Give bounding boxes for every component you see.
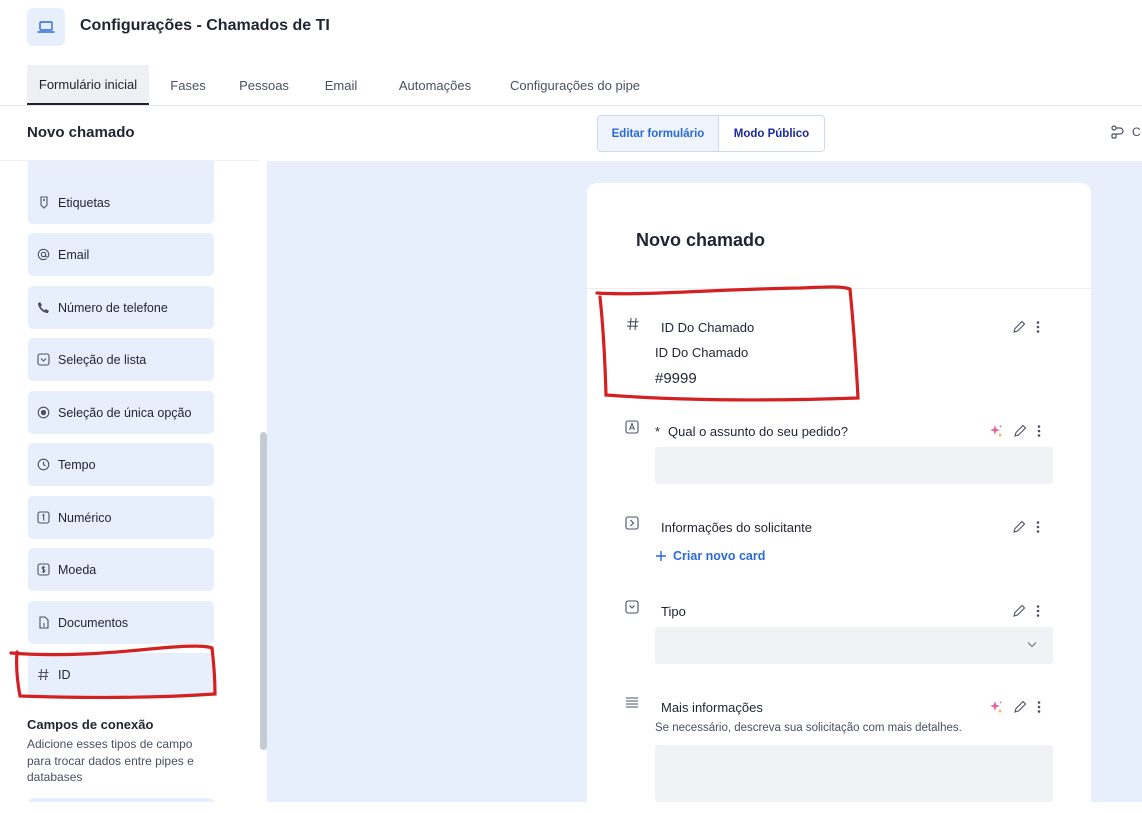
edit-icon[interactable] <box>1013 424 1027 438</box>
field-item-documentos[interactable]: Documentos <box>28 601 214 644</box>
field-label-id: ID Do Chamado <box>661 320 755 335</box>
field-item-unica-opcao[interactable]: Seleção de única opção <box>28 391 214 434</box>
field-value-label-id: ID Do Chamado <box>655 345 749 360</box>
field-item-selecao-lista[interactable]: Seleção de lista <box>28 338 214 381</box>
assunto-input[interactable] <box>655 447 1053 484</box>
tab-pessoas[interactable]: Pessoas <box>228 65 300 105</box>
sidebar-scrollbar-thumb[interactable] <box>260 432 267 750</box>
field-label-tipo: Tipo <box>661 604 686 619</box>
page-title: Configurações - Chamados de TI <box>80 17 330 34</box>
field-label-mais-informacoes: Mais informações <box>661 700 763 715</box>
radio-icon <box>37 406 50 419</box>
field-item-label: Número de telefone <box>58 300 168 315</box>
form-name: Novo chamado <box>27 124 135 141</box>
mais-informacoes-textarea[interactable] <box>655 745 1053 802</box>
tipo-select[interactable] <box>655 627 1053 664</box>
tab-bar: Formulário inicial Fases Pessoas Email A… <box>0 62 1142 106</box>
more-options-icon[interactable] <box>1036 320 1040 334</box>
field-item-label: Tempo <box>58 457 96 472</box>
field-item-etiquetas[interactable]: Etiquetas <box>28 181 214 224</box>
flow-icon <box>1111 125 1125 139</box>
ai-sparkle-icon[interactable] <box>989 424 1003 438</box>
form-card <box>587 183 1091 813</box>
tab-fases[interactable]: Fases <box>160 65 216 105</box>
right-action-label: C <box>1132 125 1141 139</box>
connection-icon <box>625 516 639 530</box>
create-card-label: Criar novo card <box>673 549 766 563</box>
divider <box>587 288 1091 289</box>
field-help-text: Se necessário, descreva sua solicitação … <box>655 722 962 734</box>
edit-icon[interactable] <box>1012 520 1026 534</box>
right-action-button[interactable]: C <box>1111 125 1141 139</box>
connection-fields-title: Campos de conexão <box>27 717 154 732</box>
more-options-icon[interactable] <box>1036 604 1040 618</box>
number-icon <box>37 511 50 524</box>
app-icon <box>27 8 65 46</box>
field-item-label: Seleção de única opção <box>58 405 192 420</box>
more-options-icon[interactable] <box>1037 424 1041 438</box>
edit-icon[interactable] <box>1012 320 1026 334</box>
field-item-tempo[interactable]: Tempo <box>28 443 214 486</box>
form-title: Novo chamado <box>636 230 766 250</box>
dollar-icon <box>37 563 50 576</box>
field-types-sidebar: Etiquetas Email Número de telefone Seleç… <box>0 161 260 802</box>
laptop-icon <box>37 20 55 34</box>
at-icon <box>37 248 50 261</box>
field-item-label: Etiquetas <box>58 195 111 210</box>
more-options-icon[interactable] <box>1036 520 1040 534</box>
required-mark: * <box>655 424 661 439</box>
dropdown-icon <box>625 600 639 614</box>
field-item-numerico[interactable]: Numérico <box>28 496 214 539</box>
document-icon <box>37 616 50 629</box>
field-item-id[interactable]: ID <box>28 653 214 696</box>
field-item-moeda[interactable]: Moeda <box>28 548 214 591</box>
mode-toggle: Editar formulário Modo Público <box>597 115 825 152</box>
create-card-link[interactable]: Criar novo card <box>655 549 765 563</box>
edit-icon[interactable] <box>1012 604 1026 618</box>
field-item-label: Numérico <box>58 510 112 525</box>
ai-sparkle-icon[interactable] <box>989 700 1003 714</box>
field-actions <box>989 424 1041 438</box>
field-label-assunto: Qual o assunto do seu pedido? <box>668 424 848 439</box>
field-item-label: Moeda <box>58 562 97 577</box>
field-item-label: ID <box>58 667 71 682</box>
field-item-label: Documentos <box>58 615 129 630</box>
field-actions <box>989 700 1041 714</box>
chevron-down-icon <box>1027 641 1037 648</box>
plus-icon <box>655 550 667 562</box>
tab-formulario-inicial[interactable]: Formulário inicial <box>27 65 149 105</box>
hash-icon <box>37 668 50 681</box>
field-label-solicitante: Informações do solicitante <box>661 520 813 535</box>
field-item-email[interactable]: Email <box>28 233 214 276</box>
field-actions <box>1012 320 1040 334</box>
field-actions <box>1012 520 1040 534</box>
long-text-icon <box>625 696 639 710</box>
tab-email[interactable]: Email <box>314 65 368 105</box>
dropdown-icon <box>37 353 50 366</box>
tab-automacoes[interactable]: Automações <box>386 65 484 105</box>
field-item-partial-bottom[interactable] <box>28 798 214 802</box>
tag-icon <box>37 196 50 209</box>
field-item-telefone[interactable]: Número de telefone <box>28 286 214 329</box>
more-options-icon[interactable] <box>1037 700 1041 714</box>
text-icon <box>625 420 639 434</box>
public-mode-button[interactable]: Modo Público <box>718 116 824 151</box>
tab-configuracoes-do-pipe[interactable]: Configurações do pipe <box>498 65 652 105</box>
field-actions <box>1012 604 1040 618</box>
field-item-label: Seleção de lista <box>58 352 147 367</box>
phone-icon <box>37 301 50 314</box>
edit-icon[interactable] <box>1013 700 1027 714</box>
edit-form-button[interactable]: Editar formulário <box>598 116 719 151</box>
field-value-id: #9999 <box>655 370 697 387</box>
clock-icon <box>37 458 50 471</box>
connection-fields-description: Adicione esses tipos de campo para troca… <box>27 737 194 784</box>
hash-icon <box>626 317 640 331</box>
field-item-label: Email <box>58 247 90 262</box>
